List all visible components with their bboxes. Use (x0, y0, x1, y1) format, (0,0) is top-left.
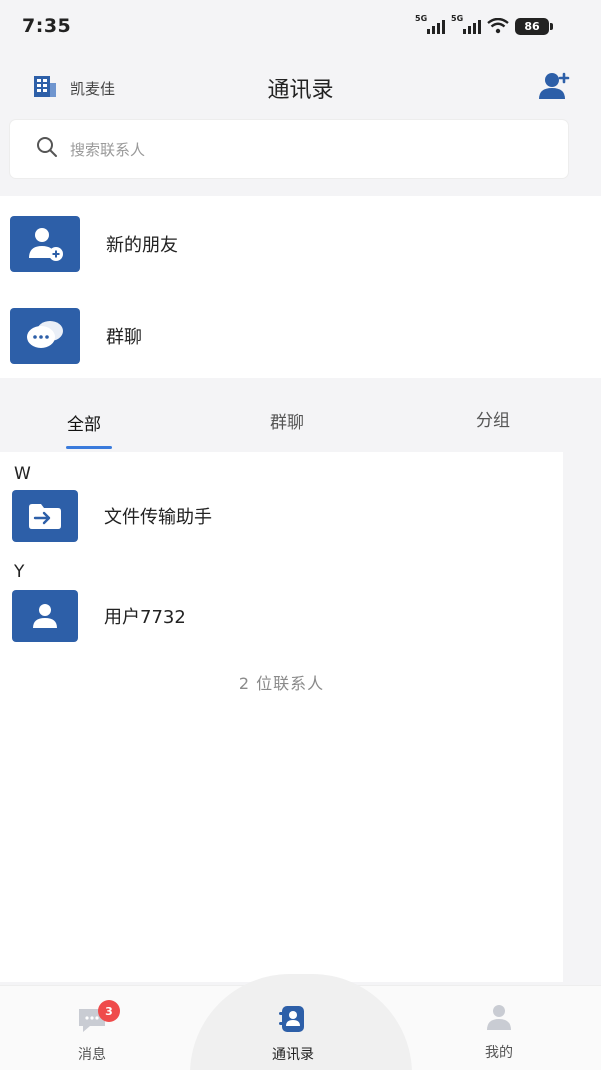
org-switcher[interactable]: 凯麦佳 (32, 74, 115, 102)
tab-categories[interactable]: 分组 (476, 406, 510, 431)
quick-actions: 新的朋友 群聊 (0, 196, 601, 378)
status-icons: 5G 5G 86 (415, 14, 553, 35)
user-icon (12, 590, 78, 642)
nav-profile-label: 我的 (485, 1045, 513, 1061)
unread-badge: 3 (98, 1000, 120, 1022)
search-placeholder: 搜索联系人 (70, 140, 146, 159)
search-input[interactable]: 搜索联系人 (10, 120, 568, 178)
battery-level: 86 (524, 19, 540, 33)
section-letter-w: W (14, 464, 31, 484)
add-user-icon (539, 72, 570, 99)
group-chat-item[interactable]: 群聊 (10, 308, 142, 364)
header: 凯麦佳 通讯录 (0, 58, 601, 118)
bottom-nav: 3 消息 通讯录 我的 (0, 974, 601, 1070)
building-icon (32, 74, 58, 102)
contact-item-user[interactable]: 用户7732 (12, 590, 186, 642)
new-friends-item[interactable]: 新的朋友 (10, 216, 178, 272)
cellular-signal-icon: 5G (451, 14, 481, 34)
contact-item-file-transfer[interactable]: 文件传输助手 (12, 490, 212, 542)
contact-count: 2 位联系人 (238, 674, 325, 693)
contact-name: 文件传输助手 (104, 507, 212, 528)
tab-groups[interactable]: 群聊 (270, 408, 304, 433)
add-person-icon (10, 216, 80, 272)
chat-bubbles-icon (10, 308, 80, 364)
contact-name: 用户7732 (104, 607, 186, 628)
section-letter-y: Y (14, 562, 25, 582)
org-name: 凯麦佳 (70, 79, 116, 98)
wifi-icon (487, 18, 509, 34)
nav-messages-label: 消息 (78, 1047, 106, 1063)
network-type-1: 5G (415, 14, 428, 23)
status-bar: 7:35 5G 5G 86 (0, 0, 601, 52)
nav-messages[interactable]: 3 消息 (76, 1000, 120, 1064)
contacts-book-icon (278, 1004, 308, 1038)
group-chat-label: 群聊 (106, 327, 142, 348)
contact-list: W 文件传输助手 Y 用户7732 2 位联系人 (0, 452, 563, 982)
contact-tabs: 全部 群聊 分组 (0, 396, 601, 450)
status-time: 7:35 (22, 15, 72, 37)
new-friends-label: 新的朋友 (106, 235, 178, 256)
add-contact-button[interactable] (537, 68, 573, 104)
profile-icon (484, 1002, 514, 1036)
network-type-2: 5G (451, 14, 464, 23)
battery-icon: 86 (515, 17, 553, 35)
folder-transfer-icon (12, 490, 78, 542)
nav-contacts[interactable]: 通讯录 (272, 1004, 314, 1064)
nav-profile[interactable]: 我的 (484, 1002, 514, 1062)
nav-contacts-label: 通讯录 (272, 1047, 314, 1063)
active-tab-indicator (66, 446, 112, 449)
search-icon (36, 136, 58, 162)
cellular-signal-icon: 5G (415, 14, 445, 34)
tab-all[interactable]: 全部 (67, 410, 101, 435)
page-title: 通讯录 (267, 78, 334, 103)
